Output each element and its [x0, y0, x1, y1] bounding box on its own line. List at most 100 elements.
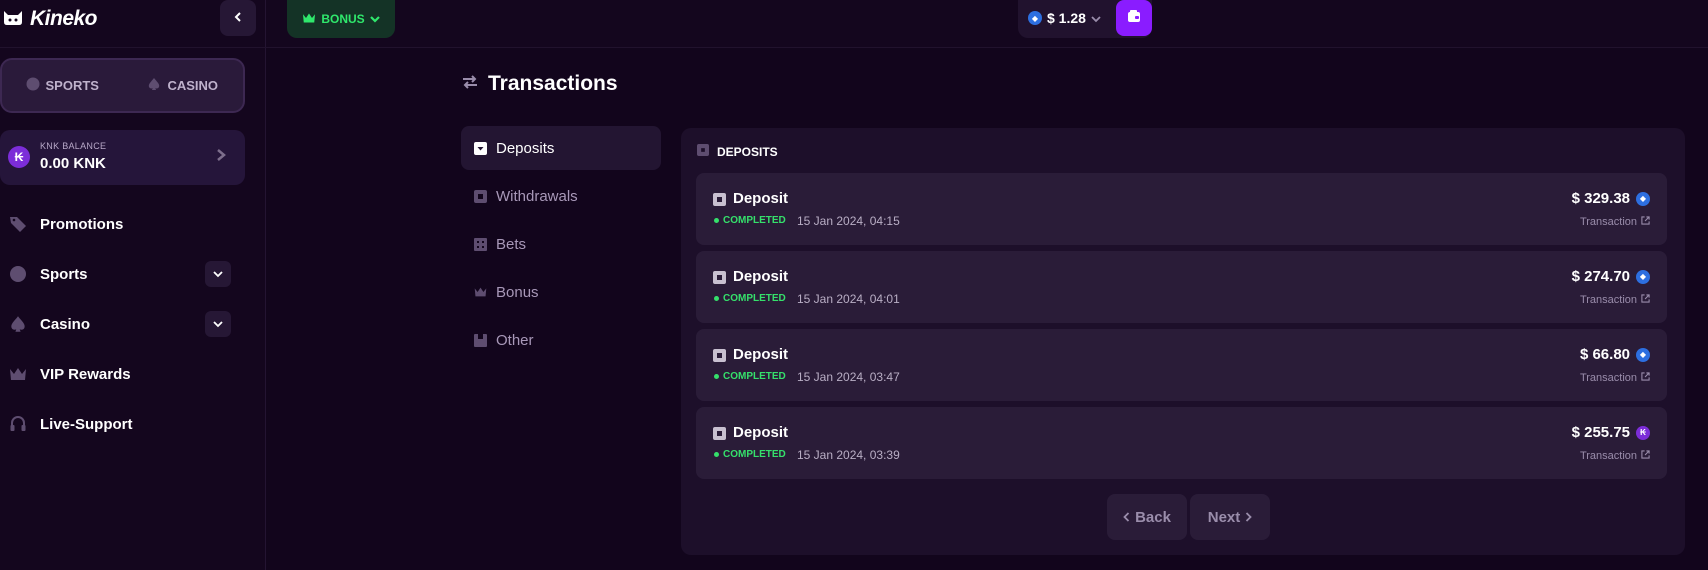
chevron-left-icon	[1123, 509, 1130, 526]
chevron-down-icon	[213, 315, 223, 333]
logo-row: Kineko	[0, 0, 266, 48]
sidebar-item-label: Sports	[40, 265, 88, 283]
sidebar-item-casino[interactable]: Casino	[0, 306, 245, 342]
sidebar-item-label: Casino	[40, 315, 91, 333]
chevron-down-icon	[213, 265, 223, 283]
deposits-panel: DEPOSITS Deposit COMPLETED 15 Jan 2024, …	[681, 128, 1685, 555]
deposit-icon	[474, 141, 487, 155]
expand-sports-button[interactable]	[205, 261, 231, 287]
status-badge: COMPLETED	[714, 449, 786, 460]
next-button[interactable]: Next	[1190, 494, 1270, 540]
withdraw-icon	[474, 189, 487, 203]
sidebar-item-vip-rewards[interactable]: VIP Rewards	[0, 356, 245, 392]
sidebar-item-label: VIP Rewards	[40, 365, 131, 383]
transaction-row: Deposit COMPLETED 15 Jan 2024, 03:47 $ 6…	[696, 329, 1667, 401]
tab-deposits[interactable]: Deposits	[461, 126, 661, 170]
transaction-link-label: Transaction	[1579, 216, 1637, 228]
crown-icon	[474, 286, 487, 299]
status-dot	[714, 296, 719, 301]
transfer-arrows-icon	[462, 74, 478, 95]
status-label: COMPLETED	[723, 449, 786, 460]
external-link-icon	[1641, 216, 1650, 228]
transaction-link[interactable]: Transaction	[1580, 294, 1650, 306]
ball-icon	[26, 77, 40, 94]
mode-toggle: SPORTS CASINO	[0, 58, 245, 113]
deposit-icon	[713, 193, 726, 206]
transaction-link-label: Transaction	[1579, 450, 1637, 462]
transaction-link[interactable]: Transaction	[1580, 450, 1650, 462]
tab-label: Withdrawals	[496, 187, 578, 205]
chevron-down-icon	[369, 12, 380, 26]
wallet-button[interactable]	[1116, 0, 1152, 36]
transaction-date: 15 Jan 2024, 03:47	[797, 370, 900, 384]
app-name: Kineko	[30, 7, 98, 30]
transaction-date: 15 Jan 2024, 04:01	[797, 292, 900, 306]
external-link-icon	[1641, 450, 1650, 462]
status-label: COMPLETED	[723, 215, 786, 226]
tab-label: Deposits	[496, 139, 555, 157]
wallet-widget: ◆ $ 1.28	[1018, 0, 1152, 38]
status-badge: COMPLETED	[714, 215, 786, 226]
sidebar-item-live-support[interactable]: Live-Support	[0, 406, 245, 442]
transaction-amount: $ 66.80 ◆	[1580, 346, 1650, 363]
eth-coin-icon: ◆	[1028, 11, 1042, 25]
mode-sports-label: SPORTS	[45, 78, 99, 93]
knk-balance-card[interactable]: ₭ KNK BALANCE 0.00 KNK	[0, 130, 245, 185]
sidebar-item-label: Live-Support	[40, 415, 133, 433]
bonus-button[interactable]: BONUS	[287, 0, 395, 38]
status-dot	[714, 218, 719, 223]
mode-sports-button[interactable]: SPORTS	[2, 77, 123, 94]
deposit-icon	[713, 271, 726, 284]
back-button[interactable]: Back	[1107, 494, 1187, 540]
mode-casino-button[interactable]: CASINO	[123, 77, 244, 94]
transaction-amount: $ 255.75 ₭	[1572, 424, 1650, 441]
panel-header: DEPOSITS	[697, 144, 778, 159]
tab-label: Bonus	[496, 283, 539, 301]
tab-withdrawals[interactable]: Withdrawals	[461, 174, 661, 218]
spade-icon	[147, 77, 161, 94]
tag-icon	[8, 214, 28, 234]
currency-selector[interactable]: ◆ $ 1.28	[1028, 10, 1101, 26]
logo[interactable]: Kineko	[2, 7, 98, 31]
sidebar: Kineko SPORTS CASINO ₭ KNK BALANCE 0.00 …	[0, 0, 266, 570]
tab-bets[interactable]: Bets	[461, 222, 661, 266]
transaction-title: Deposit	[733, 424, 789, 441]
status-badge: COMPLETED	[714, 293, 786, 304]
sidebar-item-sports[interactable]: Sports	[0, 256, 245, 292]
eth-coin-icon: ◆	[1636, 191, 1650, 206]
status-dot	[714, 374, 719, 379]
knk-coin-icon: ₭	[8, 146, 30, 168]
status-label: COMPLETED	[723, 371, 786, 382]
mode-casino-label: CASINO	[167, 78, 219, 93]
expand-casino-button[interactable]	[205, 311, 231, 337]
tab-other[interactable]: Other	[461, 318, 661, 362]
headset-icon	[8, 414, 28, 434]
transaction-amount: $ 329.38 ◆	[1572, 190, 1650, 207]
chevron-down-icon	[1091, 10, 1101, 26]
transaction-row: Deposit COMPLETED 15 Jan 2024, 04:15 $ 3…	[696, 173, 1667, 245]
spade-icon	[8, 314, 28, 334]
amount-value: $ 66.80	[1579, 346, 1630, 363]
amount-value: $ 274.70	[1571, 268, 1630, 285]
sidebar-item-promotions[interactable]: Promotions	[0, 206, 245, 242]
status-dot	[714, 452, 719, 457]
knk-coin-icon: ₭	[1636, 425, 1650, 440]
transaction-link[interactable]: Transaction	[1580, 372, 1650, 384]
transaction-link-label: Transaction	[1579, 294, 1637, 306]
transaction-title: Deposit	[733, 190, 789, 207]
status-badge: COMPLETED	[714, 371, 786, 382]
amount-value: $ 329.38	[1571, 190, 1630, 207]
status-label: COMPLETED	[723, 293, 786, 304]
transaction-link[interactable]: Transaction	[1580, 216, 1650, 228]
transaction-row: Deposit COMPLETED 15 Jan 2024, 03:39 $ 2…	[696, 407, 1667, 479]
tab-bonus[interactable]: Bonus	[461, 270, 661, 314]
page-title: Transactions	[488, 72, 618, 95]
collapse-sidebar-button[interactable]	[220, 0, 256, 36]
transaction-date: 15 Jan 2024, 03:39	[797, 448, 900, 462]
transaction-amount: $ 274.70 ◆	[1572, 268, 1650, 285]
chevron-right-icon	[216, 148, 226, 164]
deposit-icon	[713, 349, 726, 362]
topbar	[266, 0, 1708, 48]
knk-balance-label: KNK BALANCE	[40, 141, 107, 151]
cat-logo-icon	[2, 8, 24, 31]
